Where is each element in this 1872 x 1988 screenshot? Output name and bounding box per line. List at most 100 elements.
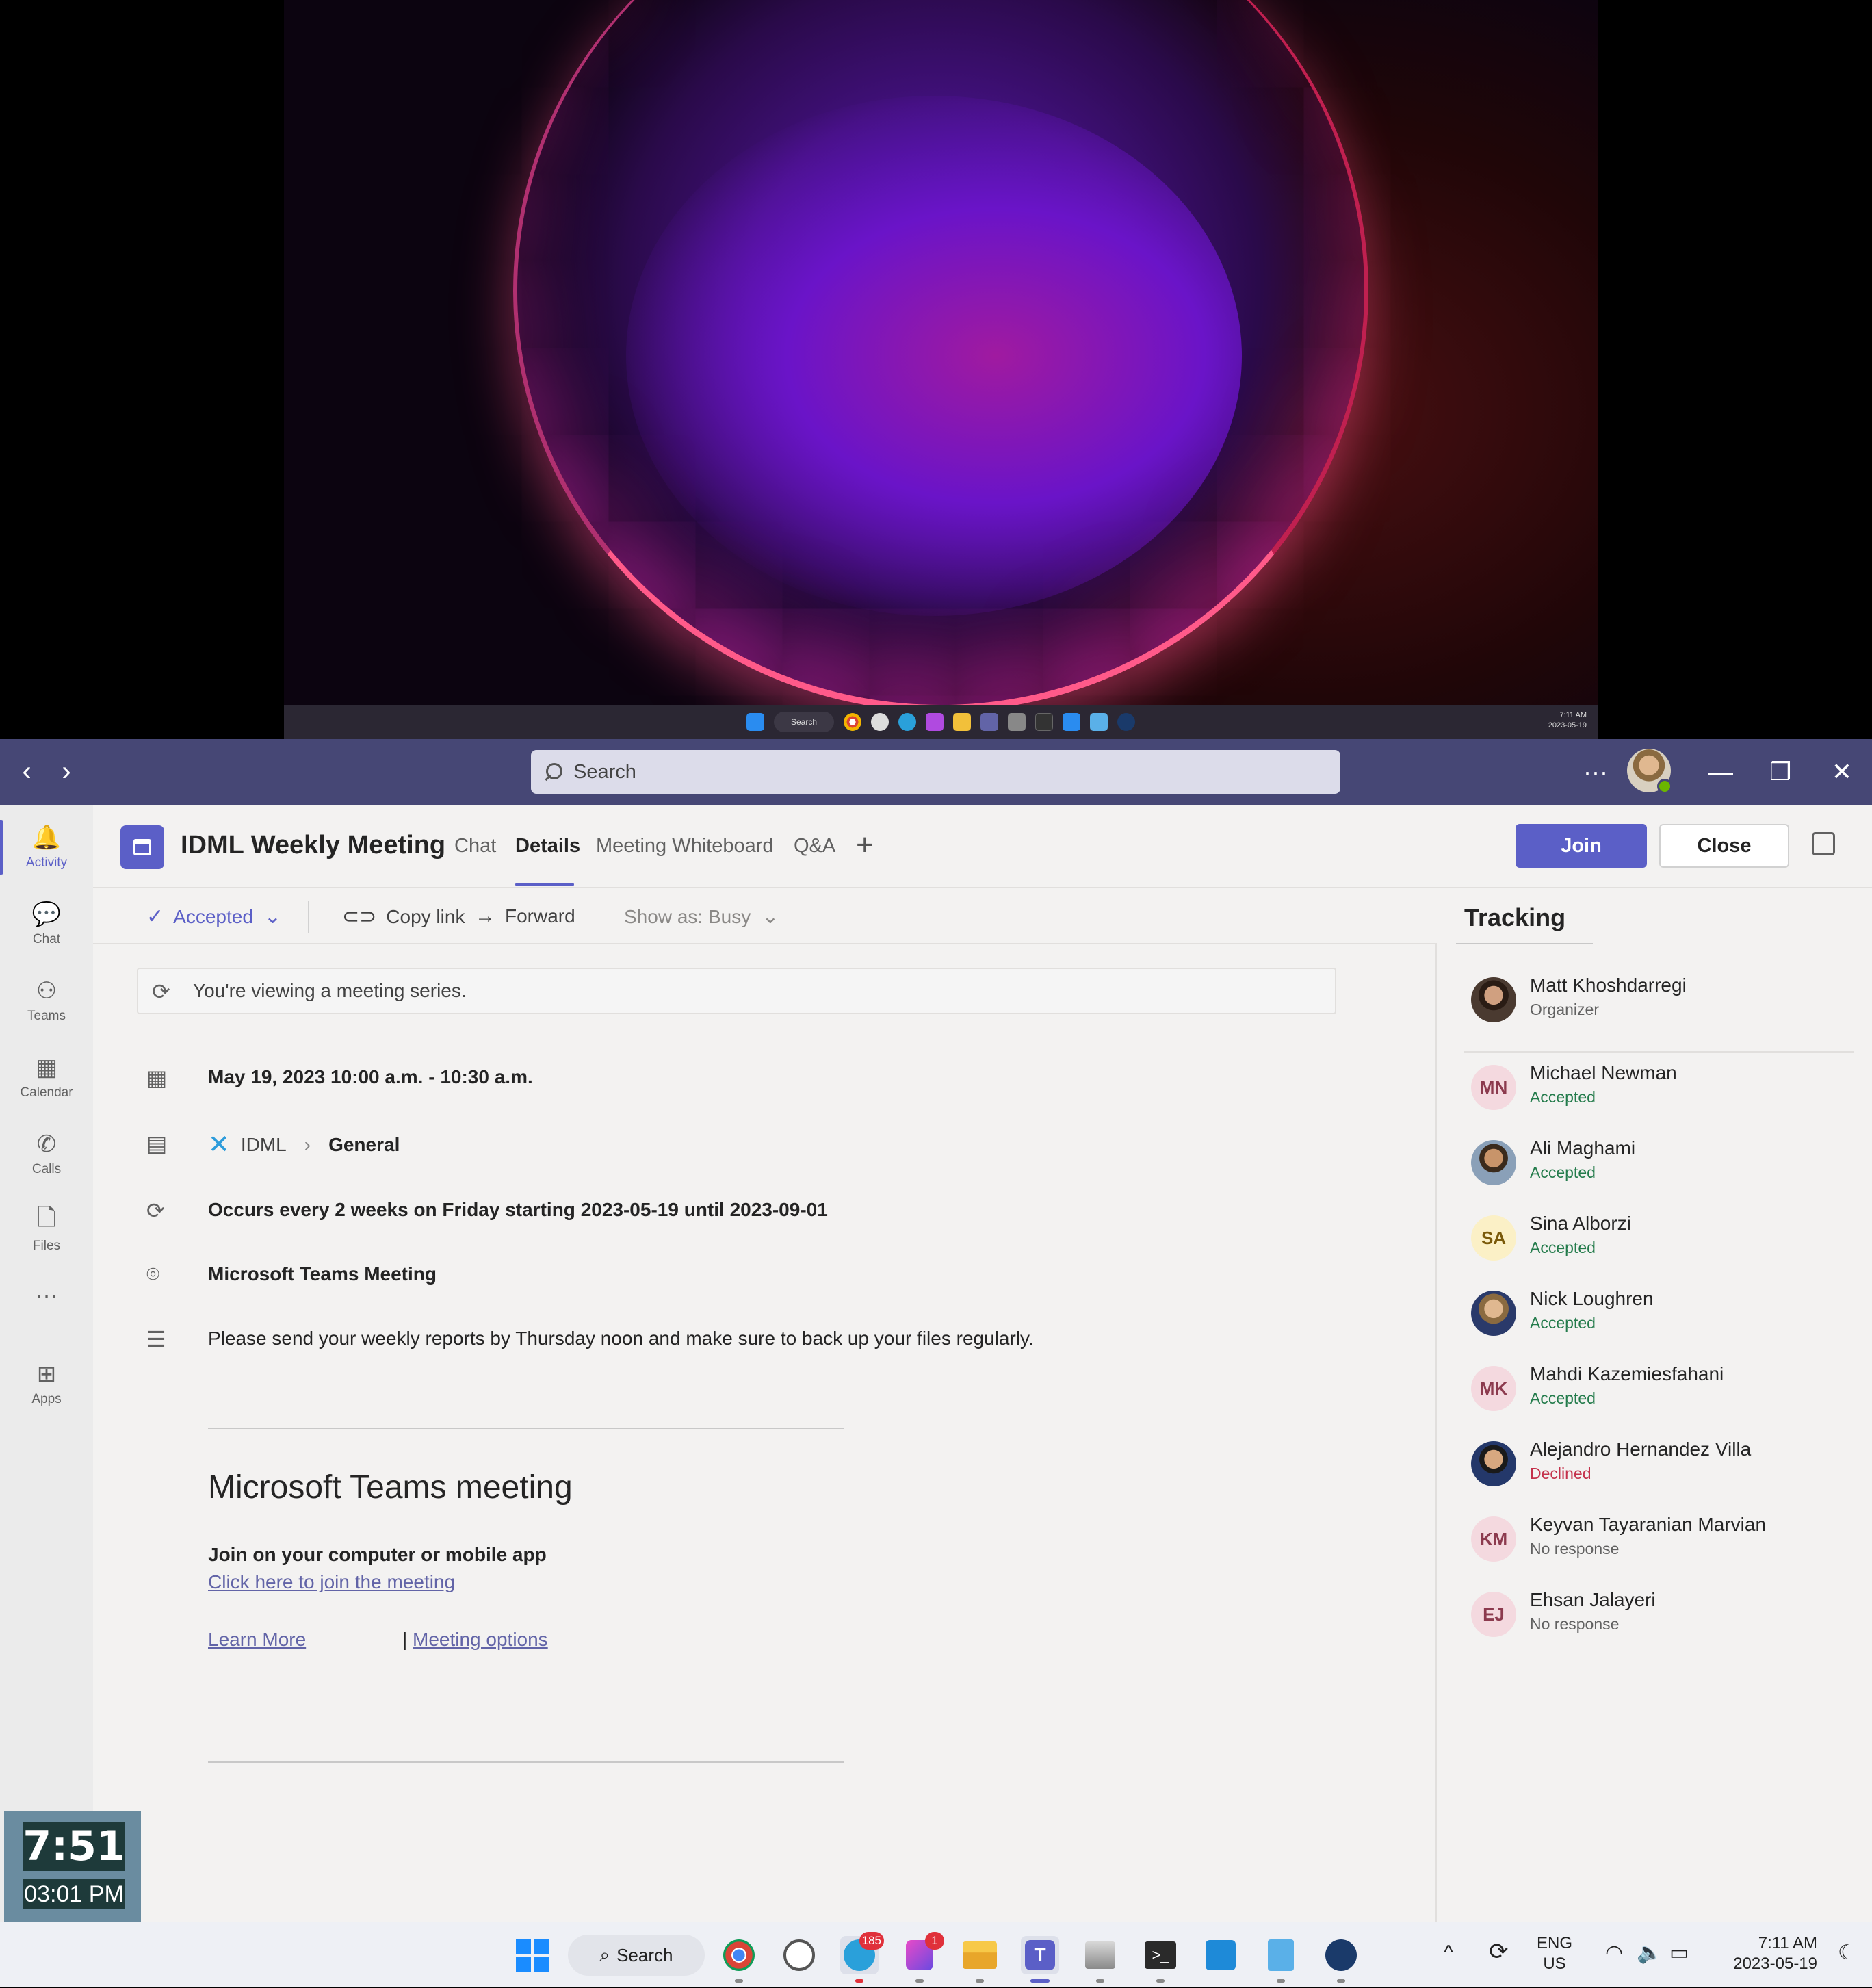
minimize-button[interactable]: — bbox=[1700, 753, 1741, 791]
channel-name[interactable]: General bbox=[328, 1134, 400, 1156]
running-indicator bbox=[1337, 1979, 1345, 1983]
more-options-button[interactable]: ··· bbox=[1575, 753, 1616, 791]
attendee[interactable]: KM Keyvan Tayaranian Marvian No response bbox=[1471, 1511, 1854, 1573]
maximize-button[interactable]: ❐ bbox=[1760, 753, 1801, 791]
language-indicator[interactable]: ENG US bbox=[1537, 1933, 1572, 1974]
details-content: ⟳ You're viewing a meeting series. ▦ May … bbox=[93, 944, 1437, 1922]
taskbar-search[interactable]: ⌕ Search bbox=[568, 1935, 705, 1976]
avatar: SA bbox=[1471, 1215, 1516, 1261]
virtual-vscode-icon[interactable] bbox=[1063, 713, 1080, 731]
meeting-header: IDML Weekly Meeting Chat Details Meeting… bbox=[93, 805, 1872, 888]
series-notice: ⟳ You're viewing a meeting series. bbox=[137, 968, 1336, 1014]
meeting-options-link[interactable]: Meeting options bbox=[413, 1629, 548, 1651]
add-tab-button[interactable]: + bbox=[856, 828, 874, 862]
virtual-app2-icon[interactable] bbox=[1008, 713, 1026, 731]
clock-app-icon[interactable] bbox=[780, 1936, 818, 1974]
attendee-organizer[interactable]: Matt Khoshdarregi Organizer bbox=[1471, 972, 1854, 1033]
virtual-teams-icon[interactable] bbox=[980, 713, 998, 731]
language-code: ENG bbox=[1537, 1934, 1573, 1952]
attendee[interactable]: SA Sina Alborzi Accepted bbox=[1471, 1210, 1854, 1271]
attendee[interactable]: MK Mahdi Kazemiesfahani Accepted bbox=[1471, 1360, 1854, 1422]
toolbar-divider bbox=[308, 901, 309, 933]
notepad-icon[interactable] bbox=[1262, 1936, 1300, 1983]
steam-icon[interactable] bbox=[1322, 1936, 1360, 1983]
virtual-clock-time: 7:11 AM bbox=[1559, 711, 1587, 719]
virtual-clock-icon[interactable] bbox=[871, 713, 889, 731]
virtual-start-icon[interactable] bbox=[746, 713, 764, 731]
telegram-icon[interactable]: 185 bbox=[840, 1932, 884, 1983]
virtual-folder-icon[interactable] bbox=[953, 713, 971, 731]
rail-label: Files bbox=[32, 1239, 61, 1253]
forward-button[interactable]: → Forward bbox=[475, 905, 575, 928]
clock-widget[interactable]: 7:51 03:01 PM bbox=[4, 1811, 141, 1922]
notification-icon[interactable]: ☾ bbox=[1838, 1943, 1856, 1963]
rail-label: Activity bbox=[25, 855, 68, 870]
rail-more[interactable]: ··· bbox=[0, 1263, 93, 1332]
wifi-icon[interactable]: ◠ bbox=[1605, 1943, 1623, 1963]
forward-button[interactable]: › bbox=[49, 754, 83, 788]
teams-taskbar-icon[interactable]: T bbox=[1021, 1936, 1059, 1983]
rail-teams[interactable]: ⚇ Teams bbox=[0, 966, 93, 1035]
rail-files[interactable]: 🗋 Files bbox=[0, 1196, 93, 1265]
running-indicator bbox=[976, 1979, 984, 1983]
join-button[interactable]: Join bbox=[1516, 824, 1647, 868]
close-window-button[interactable]: ✕ bbox=[1821, 753, 1862, 791]
rail-calendar[interactable]: ▦ Calendar bbox=[0, 1043, 93, 1111]
show-as-dropdown[interactable]: Show as: Busy ⌄ bbox=[624, 905, 779, 929]
rail-chat[interactable]: 💬 Chat bbox=[0, 890, 93, 958]
search-input[interactable]: Search bbox=[531, 750, 1340, 794]
virtual-app-icon[interactable] bbox=[926, 713, 944, 731]
divider bbox=[208, 1428, 844, 1429]
virtual-telegram-icon[interactable] bbox=[898, 713, 916, 731]
avatar bbox=[1471, 1441, 1516, 1486]
tab-chat[interactable]: Chat bbox=[454, 835, 496, 857]
virtual-terminal-icon[interactable] bbox=[1035, 713, 1053, 731]
tab-qa[interactable]: Q&A bbox=[794, 835, 835, 857]
attendee-status: Declined bbox=[1530, 1464, 1591, 1482]
taskbar-clock[interactable]: 7:11 AM 2023-05-19 bbox=[1721, 1933, 1817, 1974]
virtual-chrome-icon[interactable] bbox=[844, 713, 861, 731]
file-explorer-icon[interactable] bbox=[961, 1936, 999, 1983]
virtual-notepad-icon[interactable] bbox=[1090, 713, 1108, 731]
tab-details[interactable]: Details bbox=[515, 835, 580, 857]
attendee[interactable]: Nick Loughren Accepted bbox=[1471, 1285, 1854, 1347]
rail-activity[interactable]: 🔔 Activity bbox=[0, 813, 93, 881]
learn-more-link[interactable]: Learn More bbox=[208, 1629, 306, 1651]
app-icon[interactable] bbox=[1081, 1936, 1119, 1983]
back-button[interactable]: ‹ bbox=[10, 754, 44, 788]
meeting-location: Microsoft Teams Meeting bbox=[208, 1263, 437, 1285]
app-icon[interactable]: 1 bbox=[900, 1932, 944, 1983]
meeting-datetime: May 19, 2023 10:00 a.m. - 10:30 a.m. bbox=[208, 1066, 533, 1087]
team-name[interactable]: IDML bbox=[241, 1134, 287, 1156]
rail-calls[interactable]: ✆ Calls bbox=[0, 1120, 93, 1188]
attendee[interactable]: MN Michael Newman Accepted bbox=[1471, 1059, 1854, 1121]
tab-meeting-whiteboard[interactable]: Meeting Whiteboard bbox=[596, 835, 774, 857]
close-button[interactable]: Close bbox=[1659, 824, 1789, 868]
volume-icon[interactable]: 🔈 bbox=[1637, 1943, 1662, 1963]
sync-icon[interactable]: ⟳ bbox=[1489, 1940, 1509, 1963]
rail-apps[interactable]: ⊞ Apps bbox=[0, 1350, 93, 1418]
vscode-icon[interactable] bbox=[1201, 1936, 1240, 1974]
attendee[interactable]: Ali Maghami Accepted bbox=[1471, 1135, 1854, 1196]
meeting-recurrence: Occurs every 2 weeks on Friday starting … bbox=[208, 1199, 828, 1220]
avatar: KM bbox=[1471, 1516, 1516, 1562]
start-button[interactable] bbox=[513, 1936, 551, 1974]
pop-out-icon[interactable] bbox=[1812, 832, 1835, 855]
divider bbox=[208, 1761, 844, 1763]
battery-icon[interactable]: ▭ bbox=[1669, 1943, 1689, 1963]
chevron-up-icon[interactable]: ^ bbox=[1444, 1943, 1453, 1963]
attendee[interactable]: EJ Ehsan Jalayeri No response bbox=[1471, 1586, 1854, 1648]
copy-link-button[interactable]: ⊂⊃ Copy link bbox=[342, 905, 465, 929]
join-meeting-link[interactable]: Click here to join the meeting bbox=[208, 1571, 455, 1593]
chrome-icon[interactable] bbox=[720, 1936, 758, 1983]
attendee[interactable]: Alejandro Hernandez Villa Declined bbox=[1471, 1436, 1854, 1497]
running-indicator bbox=[735, 1979, 743, 1983]
virtual-search[interactable]: Search bbox=[774, 712, 834, 732]
attendee-name: Mahdi Kazemiesfahani bbox=[1530, 1363, 1724, 1384]
terminal-icon[interactable]: >_ bbox=[1141, 1936, 1180, 1983]
profile-avatar[interactable] bbox=[1627, 749, 1672, 794]
virtual-steam-icon[interactable] bbox=[1117, 713, 1135, 731]
chevron-down-icon: ⌄ bbox=[762, 905, 779, 928]
teams-meeting-heading: Microsoft Teams meeting bbox=[208, 1469, 573, 1506]
response-dropdown[interactable]: ✓ Accepted ⌄ bbox=[146, 905, 281, 929]
